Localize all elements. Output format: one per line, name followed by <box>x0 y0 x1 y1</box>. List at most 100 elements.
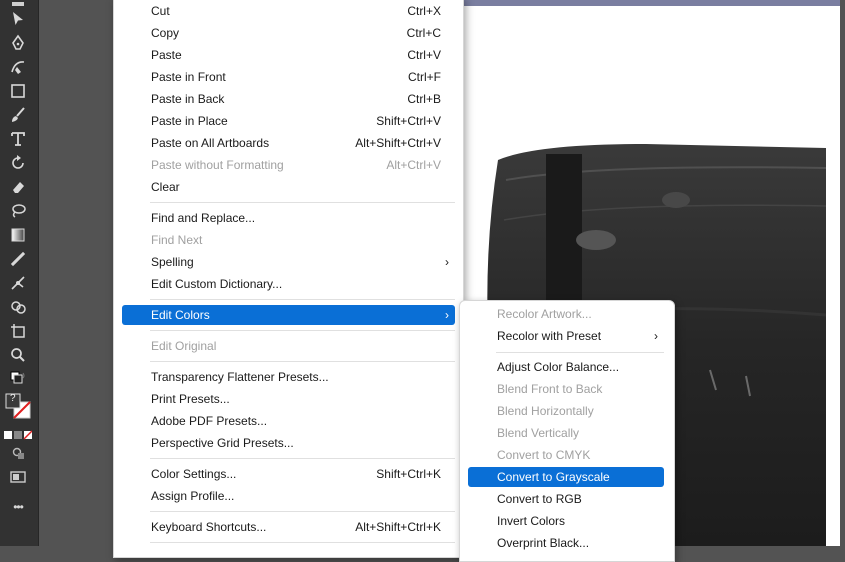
menu-item-label: Blend Horizontally <box>497 404 594 418</box>
menu-item-paste-on-all-artboards[interactable]: Paste on All Artboards Alt+Shift+Ctrl+V <box>122 133 455 153</box>
menu-item-label: Recolor with Preset <box>497 329 602 343</box>
menu-item-label: Color Settings... <box>151 467 237 481</box>
menu-separator <box>150 542 455 543</box>
direct-selection-tool[interactable] <box>6 8 30 30</box>
fill-stroke-swatches[interactable]: ? <box>4 392 32 420</box>
curvature-tool[interactable] <box>6 56 30 78</box>
menu-item-color-settings[interactable]: Color Settings... Shift+Ctrl+K <box>122 464 455 484</box>
artboard-icon <box>11 324 25 338</box>
curvature-pen-icon <box>11 61 25 74</box>
gradient-tool[interactable] <box>6 224 30 246</box>
menu-item-clear[interactable]: Clear <box>122 177 455 197</box>
menu-item-paste-without-formatting: Paste without Formatting Alt+Ctrl+V <box>122 155 455 175</box>
default-fill-stroke-button[interactable] <box>6 368 30 390</box>
menu-item-label: Find and Replace... <box>151 211 256 225</box>
menu-item-paste-in-back[interactable]: Paste in Back Ctrl+B <box>122 89 455 109</box>
tools-panel: ? ••• <box>0 0 39 546</box>
menu-item-label: Overprint Black... <box>497 536 590 550</box>
menu-item-cut[interactable]: Cut Ctrl+X <box>122 1 455 21</box>
menu-separator <box>150 361 455 362</box>
shape-builder-icon <box>11 301 26 314</box>
menu-item-label: Copy <box>151 26 180 40</box>
menu-item-shortcut: Alt+Ctrl+V <box>386 158 441 172</box>
color-none-icons <box>4 430 32 440</box>
menu-separator <box>150 202 455 203</box>
submenu-item-overprint-black[interactable]: Overprint Black... <box>468 533 664 553</box>
menu-item-assign-profile[interactable]: Assign Profile... <box>122 486 455 506</box>
menu-item-transparency-flattener-presets[interactable]: Transparency Flattener Presets... <box>122 367 455 387</box>
menu-item-label: Perspective Grid Presets... <box>151 436 294 450</box>
chevron-right-icon: › <box>654 329 658 343</box>
menu-item-find-and-replace[interactable]: Find and Replace... <box>122 208 455 228</box>
rotate-tool[interactable] <box>6 152 30 174</box>
menu-item-spelling[interactable]: Spelling › <box>122 252 455 272</box>
pen-icon <box>12 34 24 50</box>
edit-colors-submenu: Recolor Artwork... Recolor with Preset › … <box>459 300 675 562</box>
edit-toolbar-button[interactable]: ••• <box>6 496 30 518</box>
menu-item-label: Edit Colors <box>151 308 210 322</box>
type-tool[interactable] <box>6 128 30 150</box>
menu-item-adobe-pdf-presets[interactable]: Adobe PDF Presets... <box>122 411 455 431</box>
menu-item-label: Adjust Color Balance... <box>497 360 620 374</box>
submenu-item-recolor-artwork: Recolor Artwork... <box>468 304 664 324</box>
menu-item-edit-custom-dictionary[interactable]: Edit Custom Dictionary... <box>122 274 455 294</box>
menu-item-label: Convert to CMYK <box>497 448 591 462</box>
eraser-tool[interactable] <box>6 176 30 198</box>
menu-item-keyboard-shortcuts[interactable]: Keyboard Shortcuts... Alt+Shift+Ctrl+K <box>122 517 455 537</box>
pen-tool[interactable] <box>6 32 30 54</box>
puppet-warp-tool[interactable] <box>6 272 30 294</box>
menu-item-shortcut: Shift+Ctrl+V <box>376 114 441 128</box>
menu-item-label: Transparency Flattener Presets... <box>151 370 329 384</box>
menu-item-label: Cut <box>151 4 170 18</box>
menu-separator <box>150 511 455 512</box>
menu-item-paste-in-front[interactable]: Paste in Front Ctrl+F <box>122 67 455 87</box>
menu-item-label: Clear <box>151 180 180 194</box>
menu-item-label: Blend Front to Back <box>497 382 603 396</box>
menu-item-label: Paste <box>151 48 182 62</box>
submenu-item-adjust-color-balance[interactable]: Adjust Color Balance... <box>468 357 664 377</box>
menu-item-shortcut: Ctrl+X <box>407 4 441 18</box>
submenu-item-recolor-with-preset[interactable]: Recolor with Preset › <box>468 326 664 346</box>
magnifier-icon <box>11 348 25 362</box>
menu-item-paste[interactable]: Paste Ctrl+V <box>122 45 455 65</box>
menu-item-edit-colors[interactable]: Edit Colors › <box>122 305 455 325</box>
shape-builder-tool[interactable] <box>6 296 30 318</box>
eraser-icon <box>13 182 24 193</box>
artboard-tool[interactable] <box>6 320 30 342</box>
edit-menu: Cut Ctrl+X Copy Ctrl+C Paste Ctrl+V Paste i… <box>113 0 464 558</box>
menu-item-label: Spelling <box>151 255 194 269</box>
rectangle-icon <box>11 84 25 98</box>
menu-item-label: Find Next <box>151 233 203 247</box>
drawing-mode-button[interactable] <box>6 442 30 464</box>
submenu-item-convert-to-rgb[interactable]: Convert to RGB <box>468 489 664 509</box>
lasso-tool[interactable] <box>6 200 30 222</box>
screen-mode-button[interactable] <box>6 466 30 488</box>
rotate-icon <box>12 155 24 169</box>
eyedropper-tool[interactable] <box>6 248 30 270</box>
rectangle-tool[interactable] <box>6 80 30 102</box>
menu-item-print-presets[interactable]: Print Presets... <box>122 389 455 409</box>
paintbrush-tool[interactable] <box>6 104 30 126</box>
menu-item-paste-in-place[interactable]: Paste in Place Shift+Ctrl+V <box>122 111 455 131</box>
type-icon <box>11 132 25 146</box>
menu-item-shortcut: Ctrl+C <box>406 26 441 40</box>
menu-item-label: Edit Original <box>151 339 217 353</box>
chevron-right-icon: › <box>445 308 449 322</box>
menu-item-label: Paste in Front <box>151 70 226 84</box>
zoom-tool[interactable] <box>6 344 30 366</box>
menu-item-find-next: Find Next <box>122 230 455 250</box>
menu-item-shortcut: Ctrl+V <box>407 48 441 62</box>
fill-stroke-icon <box>5 393 31 419</box>
screen-mode-icon <box>10 471 26 483</box>
submenu-item-invert-colors[interactable]: Invert Colors <box>468 511 664 531</box>
more-icon: ••• <box>13 500 24 514</box>
menu-item-label: Paste without Formatting <box>151 158 284 172</box>
menu-item-shortcut: Ctrl+B <box>407 92 441 106</box>
submenu-item-blend-front-to-back: Blend Front to Back <box>468 379 664 399</box>
draw-mode-icon <box>12 447 24 459</box>
submenu-item-blend-horizontally: Blend Horizontally <box>468 401 664 421</box>
menu-item-copy[interactable]: Copy Ctrl+C <box>122 23 455 43</box>
menu-item-label: Keyboard Shortcuts... <box>151 520 267 534</box>
submenu-item-convert-to-grayscale[interactable]: Convert to Grayscale <box>468 467 664 487</box>
menu-item-perspective-grid-presets[interactable]: Perspective Grid Presets... <box>122 433 455 453</box>
